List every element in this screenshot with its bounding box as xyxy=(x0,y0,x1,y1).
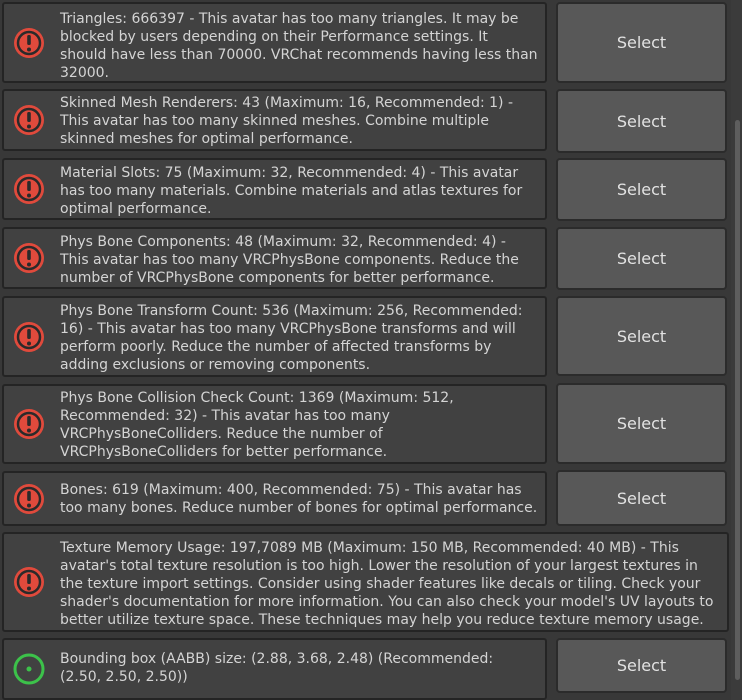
select-button[interactable]: Select xyxy=(556,638,727,693)
issue-row: Material Slots: 75 (Maximum: 32, Recomme… xyxy=(2,158,547,220)
issue-row: Phys Bone Collision Check Count: 1369 (M… xyxy=(2,384,547,464)
issue-message-box: Phys Bone Collision Check Count: 1369 (M… xyxy=(2,384,547,464)
issue-text: Skinned Mesh Renderers: 43 (Maximum: 16,… xyxy=(60,95,514,147)
issue-row: Bounding box (AABB) size: (2.88, 3.68, 2… xyxy=(2,638,547,700)
select-button[interactable]: Select xyxy=(556,158,727,221)
issue-text: Phys Bone Components: 48 (Maximum: 32, R… xyxy=(60,234,519,286)
select-button[interactable]: Select xyxy=(556,2,727,83)
issue-row: Triangles: 666397 - This avatar has too … xyxy=(2,2,547,83)
select-button[interactable]: Select xyxy=(556,470,727,526)
scrollbar-thumb[interactable] xyxy=(735,120,740,680)
issue-row: Bones: 619 (Maximum: 400, Recommended: 7… xyxy=(2,471,547,526)
select-button[interactable]: Select xyxy=(556,227,727,290)
issue-message-box: Bones: 619 (Maximum: 400, Recommended: 7… xyxy=(2,471,547,526)
issue-text: Bounding box (AABB) size: (2.88, 3.68, 2… xyxy=(60,651,494,685)
issue-text: Phys Bone Collision Check Count: 1369 (M… xyxy=(60,390,454,460)
issue-message-box: Material Slots: 75 (Maximum: 32, Recomme… xyxy=(2,158,547,220)
select-button[interactable]: Select xyxy=(556,89,727,153)
issue-message-box: Skinned Mesh Renderers: 43 (Maximum: 16,… xyxy=(2,89,547,151)
issue-message-box: Phys Bone Components: 48 (Maximum: 32, R… xyxy=(2,227,547,289)
select-button[interactable]: Select xyxy=(556,383,727,464)
issue-text: Texture Memory Usage: 197,7089 MB (Maxim… xyxy=(60,540,714,628)
issue-message-box: Texture Memory Usage: 197,7089 MB (Maxim… xyxy=(2,532,729,632)
issue-message-box: Bounding box (AABB) size: (2.88, 3.68, 2… xyxy=(2,638,547,700)
issue-text: Material Slots: 75 (Maximum: 32, Recomme… xyxy=(60,165,523,217)
issue-message-box: Triangles: 666397 - This avatar has too … xyxy=(2,2,547,83)
issue-row: Texture Memory Usage: 197,7089 MB (Maxim… xyxy=(2,532,729,632)
select-button[interactable]: Select xyxy=(556,296,727,376)
issue-text: Triangles: 666397 - This avatar has too … xyxy=(60,11,538,81)
issue-message-box: Phys Bone Transform Count: 536 (Maximum:… xyxy=(2,296,547,377)
issue-text: Phys Bone Transform Count: 536 (Maximum:… xyxy=(60,303,523,373)
issue-row: Phys Bone Transform Count: 536 (Maximum:… xyxy=(2,296,547,377)
issue-row: Phys Bone Components: 48 (Maximum: 32, R… xyxy=(2,227,547,289)
issue-text: Bones: 619 (Maximum: 400, Recommended: 7… xyxy=(60,482,538,516)
issue-row: Skinned Mesh Renderers: 43 (Maximum: 16,… xyxy=(2,89,547,151)
scrollbar[interactable] xyxy=(731,0,742,700)
